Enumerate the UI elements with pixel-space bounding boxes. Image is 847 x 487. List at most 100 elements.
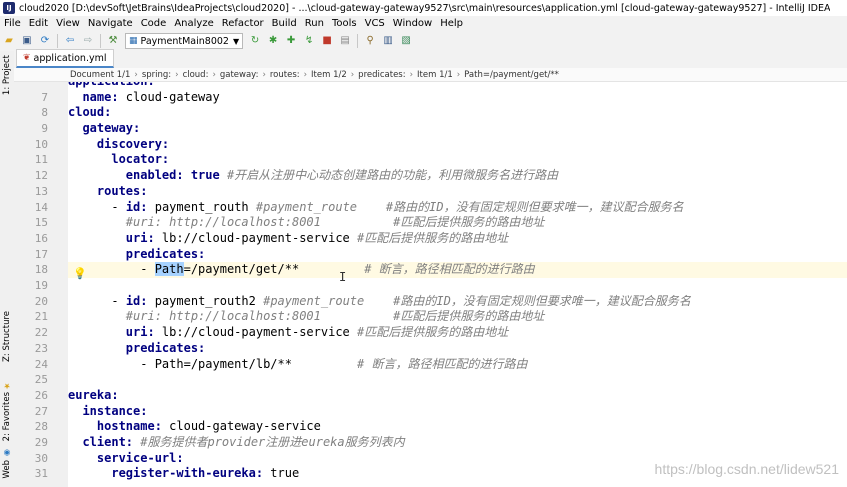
line-number-gutter: 7 8 9 10 11 12 13 14 15 16 17 18 19 20 21 22 23 24 25 26 27 2… [14,82,69,487]
yaml-key: register-with-eureka: [111,466,264,481]
menu-help[interactable]: Help [436,18,467,29]
save-icon[interactable]: ▣ [20,34,34,48]
back-arrow-icon[interactable]: ⇦ [63,34,77,48]
line-number: 23 [34,341,48,355]
run-config-icon: ▦ [129,36,138,46]
favorites-panel-toggle[interactable]: 2: Favorites ★ [1,381,13,441]
web-icon: ◉ [2,449,12,458]
structure-panel-toggle[interactable]: Z: Structure [1,311,13,362]
code-comment: #匹配后提供服务的路由地址 [357,325,509,340]
debug-bug-icon[interactable]: ✱ [266,34,280,48]
menu-code[interactable]: Code [137,18,171,29]
code-line: locator: [68,152,847,168]
sync-icon[interactable]: ⟳ [38,34,52,48]
code-token: - Path=/payment/lb/** [140,356,357,371]
yaml-key: hostname: [96,419,162,434]
menu-edit[interactable]: Edit [25,18,52,29]
profiler-icon[interactable]: ↯ [302,34,316,48]
project-panel-label: 1: Project [2,55,12,96]
code-token: true [183,168,220,183]
project-structure-icon[interactable]: ▥ [381,34,395,48]
breadcrumb-separator-icon: › [175,69,179,80]
code-token: cloud-gateway-service [161,419,321,434]
main-toolbar: ▰ ▣ ⟳ ⇦ ⇨ ⚒ ▦ PaymentMain8002 ▼ ↻ ✱ ✚ ↯ … [0,31,847,52]
code-line: gateway: [68,121,847,137]
breadcrumb-item[interactable]: Path=/payment/get/** [464,70,559,80]
code-line: #uri: http://localhost:8001 #匹配后提供服务的路由地… [68,309,847,325]
menu-run[interactable]: Run [301,18,328,29]
breadcrumb-separator-icon: › [134,69,138,80]
menu-vcs[interactable]: VCS [361,18,389,29]
breadcrumb-item[interactable]: routes: [270,70,300,80]
intention-bulb-icon[interactable]: 💡 [73,267,87,280]
line-number: 22 [34,326,48,340]
open-folder-icon[interactable]: ▰ [2,34,16,48]
sdk-icon[interactable]: ▧ [399,34,413,48]
yaml-file-icon: ❦ [23,53,31,63]
menu-window[interactable]: Window [389,18,436,29]
code-line: uri: lb://cloud-payment-service #匹配后提供服务… [68,231,847,247]
yaml-key: name: [82,89,119,104]
menu-build[interactable]: Build [268,18,301,29]
breadcrumb-separator-icon: › [303,69,308,80]
breadcrumb-item[interactable]: cloud: [183,70,209,80]
stop-icon[interactable]: ■ [320,34,334,48]
menu-analyze[interactable]: Analyze [170,18,217,29]
run-configuration-select[interactable]: ▦ PaymentMain8002 ▼ [125,33,244,49]
yaml-key: discovery: [96,136,170,151]
rerun-icon[interactable]: ↻ [248,34,262,48]
line-number: 28 [34,420,48,434]
code-line: - Path=/payment/get/** # 断言，路径相匹配的进行路由 [68,262,847,278]
line-number: 12 [34,169,48,183]
favorites-panel-label: 2: Favorites [2,392,12,442]
breadcrumb-item[interactable]: Item 1/1 [417,70,453,80]
code-editor[interactable]: application: name: cloud-gatewaycloud: g… [68,82,847,487]
line-number: 15 [34,216,48,230]
coverage-icon[interactable]: ✚ [284,34,298,48]
menu-file[interactable]: File [0,18,25,29]
code-line: - Path=/payment/lb/** # 断言，路径相匹配的进行路由 [68,357,847,373]
code-line: client: #服务提供者provider注册进eureka服务列表内 [68,435,847,451]
breadcrumb-item[interactable]: spring: [142,70,171,80]
vcs-icon[interactable]: ⚲ [363,34,377,48]
menu-navigate[interactable]: Navigate [84,18,137,29]
project-panel-toggle[interactable]: 1: Project [1,55,13,95]
menu-tools[interactable]: Tools [328,18,361,29]
line-number: 7 [41,90,48,104]
forward-arrow-icon[interactable]: ⇨ [81,34,95,48]
code-token: - [140,262,155,277]
yaml-key: locator: [111,152,170,167]
code-token: lb://cloud-payment-service [154,230,357,245]
code-line: - id: payment_routh #payment_route #路由的I… [68,200,847,216]
breadcrumb-item[interactable]: Document 1/1 [70,70,130,80]
web-panel-toggle[interactable]: Web ◉ [1,449,13,479]
build-hammer-icon[interactable]: ⚒ [106,34,120,48]
line-number: 30 [34,451,48,465]
line-number: 10 [34,137,48,151]
breadcrumb-item[interactable]: gateway: [220,70,259,80]
code-comment: #payment_route #路由的ID，没有固定规则但要求唯一，建议配合服务… [263,293,691,308]
code-token: true [263,466,300,481]
code-comment: #payment_route #路由的ID，没有固定规则但要求唯一，建议配合服务… [255,199,684,214]
menu-view[interactable]: View [52,18,84,29]
line-number: 31 [34,467,48,481]
breadcrumb-item[interactable]: Item 1/2 [311,70,347,80]
watermark: https://blog.csdn.net/lidew521 [654,461,839,477]
code-line: eureka: [68,388,847,404]
line-number: 9 [41,122,48,135]
code-comment: # 断言，路径相匹配的进行路由 [364,262,535,277]
code-comment: #uri: http://localhost:8001 #匹配后提供服务的路由地… [125,215,545,230]
breadcrumb-item[interactable]: predicates: [358,70,405,80]
update-running-icon[interactable]: ▤ [338,34,352,48]
tab-application-yml[interactable]: ❦ application.yml [16,49,114,68]
toolbar-separator [100,34,101,48]
menu-refactor[interactable]: Refactor [218,18,268,29]
